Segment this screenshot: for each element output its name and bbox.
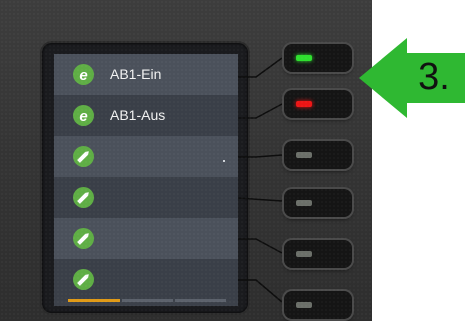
led-indicator [296, 251, 312, 257]
led-indicator [296, 55, 312, 61]
led-indicator [296, 152, 312, 158]
step-callout: 3. [418, 55, 450, 98]
line-key-1[interactable] [284, 44, 352, 72]
led-indicator [296, 200, 312, 206]
led-indicator [296, 101, 312, 107]
line-key-3[interactable] [284, 141, 352, 169]
led-indicator [296, 302, 312, 308]
line-key-6[interactable] [284, 291, 352, 319]
phone-panel: e AB1-Ein e AB1-Aus [0, 0, 372, 321]
line-key-2[interactable] [284, 90, 352, 118]
line-key-4[interactable] [284, 189, 352, 217]
line-key-5[interactable] [284, 240, 352, 268]
